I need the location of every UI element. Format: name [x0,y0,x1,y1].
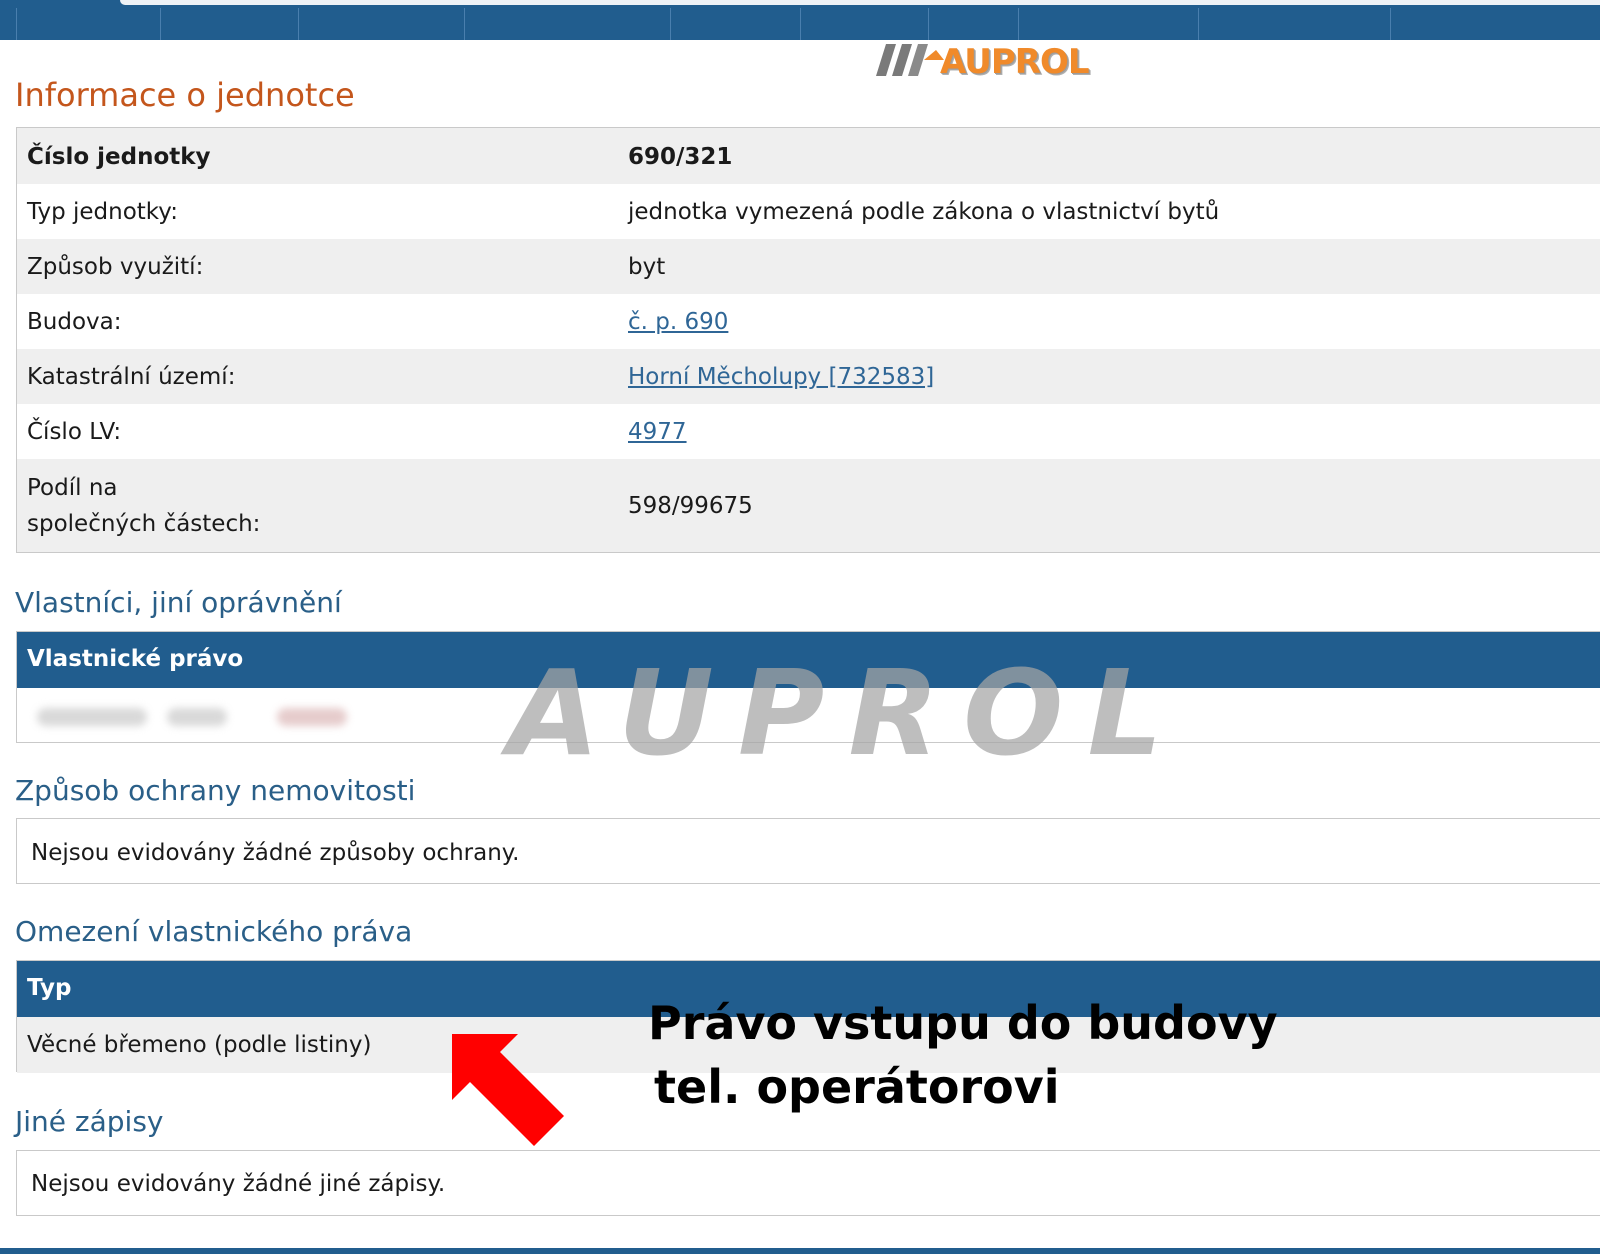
cadastral-area-link[interactable]: Horní Měcholupy [732583] [628,364,934,390]
nav-divider [160,8,161,40]
restriction-type: Věcné břemeno (podle listiny) [27,1032,372,1058]
table-row: Číslo LV: 4977 [17,404,1600,459]
protection-heading: Způsob ochrany nemovitosti [15,774,416,807]
row-label: Typ jednotky: [27,199,178,225]
redacted-text [37,708,147,726]
annotation-line-2: tel. operátorovi [654,1060,1060,1114]
lv-number-link[interactable]: 4977 [628,419,687,445]
protection-text: Nejsou evidovány žádné způsoby ochrany. [31,840,520,866]
redacted-text [167,708,227,726]
table-row: Způsob využití: byt [17,239,1600,294]
redacted-text [277,708,347,726]
unit-info-table: Číslo jednotky 690/321 Typ jednotky: jed… [16,127,1600,553]
row-label: Budova: [27,309,122,335]
header-label: Vlastnické právo [27,646,244,672]
table-row: Číslo jednotky 690/321 [17,128,1600,184]
other-records-box: Nejsou evidovány žádné jiné zápisy. [16,1150,1600,1216]
row-label: Číslo jednotky [27,144,211,170]
building-link[interactable]: č. p. 690 [628,309,728,335]
nav-divider [928,8,929,40]
row-label: Katastrální území: [27,364,236,390]
red-arrow-icon [452,1034,564,1146]
row-label: společných částech: [27,511,261,537]
top-navigation-bar [0,0,1600,40]
other-records-heading: Jiné zápisy [15,1105,164,1138]
row-value: byt [628,254,666,280]
nav-divider [1390,8,1391,40]
nav-divider [1198,8,1199,40]
table-row: Typ jednotky: jednotka vymezená podle zá… [17,184,1600,239]
row-value: 690/321 [628,144,733,170]
restrictions-heading: Omezení vlastnického práva [15,915,413,948]
owners-table: Vlastnické právo [16,631,1600,743]
bottom-rule [0,1248,1600,1254]
row-label: Podíl na [27,475,118,501]
logo-text: AUPROL [940,42,1090,82]
redacted-owner-row [17,688,1600,744]
table-header: Vlastnické právo [17,632,1600,688]
table-row: Podíl na společných částech: 598/99675 [17,459,1600,552]
nav-divider [1018,8,1019,40]
nav-divider [800,8,801,40]
row-value: jednotka vymezená podle zákona o vlastni… [628,199,1220,225]
page-title: Informace o jednotce [15,76,355,114]
other-records-text: Nejsou evidovány žádné jiné zápisy. [31,1171,446,1197]
auprol-logo-icon [876,44,944,76]
table-row: Budova: č. p. 690 [17,294,1600,349]
row-label: Způsob využití: [27,254,204,280]
header-label: Typ [27,975,72,1001]
row-label: Číslo LV: [27,419,122,445]
protection-box: Nejsou evidovány žádné způsoby ochrany. [16,818,1600,884]
row-value: 598/99675 [628,493,753,519]
table-row: Katastrální území: Horní Měcholupy [7325… [17,349,1600,404]
nav-divider [298,8,299,40]
nav-search-strip [120,0,1600,5]
owners-heading: Vlastníci, jiní oprávnění [15,586,342,619]
nav-divider [464,8,465,40]
nav-divider [16,8,17,40]
nav-divider [670,8,671,40]
annotation-line-1: Právo vstupu do budovy [648,996,1278,1050]
